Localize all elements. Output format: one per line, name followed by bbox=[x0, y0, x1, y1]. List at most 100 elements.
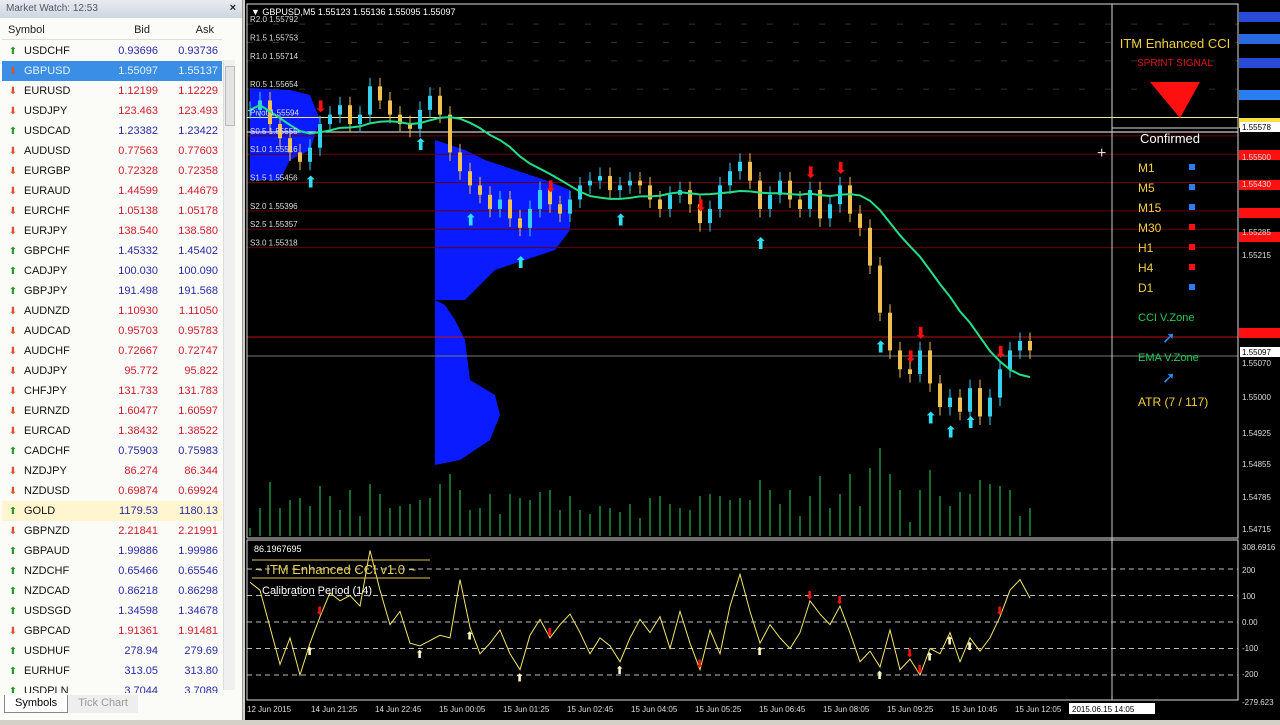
symbol-row[interactable]: ⬇ EURGBP 0.72328 0.72358 bbox=[2, 161, 222, 181]
crosshair-cursor-icon: + bbox=[1097, 145, 1106, 162]
arrow-down-icon: ⬇ bbox=[8, 105, 18, 117]
bid-price: 1.99886 bbox=[118, 545, 158, 557]
symbol-name: NZDCAD bbox=[24, 585, 70, 597]
symbol-row[interactable]: ⬆ USDHUF 278.94 279.69 bbox=[2, 641, 222, 661]
symbol-name: EURCAD bbox=[24, 425, 71, 437]
scrollbar-thumb[interactable] bbox=[225, 66, 235, 126]
candle-body bbox=[368, 86, 372, 115]
time-axis-label: 12 Jun 2015 bbox=[247, 705, 292, 714]
buy-arrow-icon: ⬆ bbox=[414, 137, 427, 154]
bid-price: 95.772 bbox=[124, 365, 158, 377]
symbol-row[interactable]: ⬆ NZDCHF 0.65466 0.65546 bbox=[2, 561, 222, 581]
ask-price: 191.568 bbox=[178, 285, 218, 297]
symbol-name: USDJPY bbox=[24, 105, 68, 117]
sell-arrow-icon: ⬇ bbox=[914, 325, 927, 342]
candle-body bbox=[628, 180, 632, 186]
symbol-row[interactable]: ⬇ EURCHF 1.05138 1.05178 bbox=[2, 201, 222, 221]
candle-body bbox=[958, 397, 962, 412]
symbol-row[interactable]: ⬆ EURHUF 313.05 313.80 bbox=[2, 661, 222, 681]
pivot-label: S2.5 1.55357 bbox=[250, 220, 298, 229]
symbol-row[interactable]: ⬇ NZDJPY 86.274 86.344 bbox=[2, 461, 222, 481]
column-header-symbol[interactable]: Symbol bbox=[2, 24, 100, 36]
symbol-row[interactable]: ⬆ GOLD 1179.53 1180.13 bbox=[2, 501, 222, 521]
symbol-row[interactable]: ⬇ EURAUD 1.44599 1.44679 bbox=[2, 181, 222, 201]
ask-price: 1.12229 bbox=[178, 85, 218, 97]
bid-price: 0.72667 bbox=[118, 345, 158, 357]
symbol-row[interactable]: ⬆ GBPJPY 191.498 191.568 bbox=[2, 281, 222, 301]
symbol-row[interactable]: ⬆ USDCAD 1.23382 1.23422 bbox=[2, 121, 222, 141]
symbol-row[interactable]: ⬆ USDCHF 0.93696 0.93736 bbox=[2, 41, 222, 61]
candle-body bbox=[928, 350, 932, 384]
symbol-name: EURHUF bbox=[24, 665, 70, 677]
symbol-row[interactable]: ⬇ AUDCHF 0.72667 0.72747 bbox=[2, 341, 222, 361]
symbol-row[interactable]: ⬇ AUDJPY 95.772 95.822 bbox=[2, 361, 222, 381]
tab-tick-chart[interactable]: Tick Chart bbox=[68, 695, 138, 713]
symbol-row[interactable]: ⬆ GBPAUD 1.99886 1.99986 bbox=[2, 541, 222, 561]
symbol-row[interactable]: ⬆ CADJPY 100.030 100.090 bbox=[2, 261, 222, 281]
bid-price: 1.10930 bbox=[118, 305, 158, 317]
symbol-name: GOLD bbox=[24, 505, 56, 517]
panel-title: ITM Enhanced CCI bbox=[1120, 36, 1231, 51]
close-icon[interactable]: × bbox=[230, 2, 236, 14]
symbol-row[interactable]: ⬆ NZDCAD 0.86218 0.86298 bbox=[2, 581, 222, 601]
ask-price: 0.75983 bbox=[178, 445, 218, 457]
symbol-row[interactable]: ⬇ GBPNZD 2.21841 2.21991 bbox=[2, 521, 222, 541]
symbol-row[interactable]: ⬇ EURJPY 138.540 138.580 bbox=[2, 221, 222, 241]
candle-body bbox=[828, 204, 832, 219]
ask-price: 0.69924 bbox=[178, 485, 218, 497]
price-axis-label: 1.55578 bbox=[1242, 123, 1271, 132]
chart-window[interactable]: ⬆ ⬆ ⬇ ⬆ ⬆ ⬇ ⬆ ⬇ ⬆ ⬇ ⬇ ⬆ ⬇ ⬇ ⬆ ⬆ ⬆ ⬇ R2.0 1.55792 R1.5 1.55… bbox=[245, 0, 1280, 720]
time-axis-label: 14 Jun 22:45 bbox=[375, 705, 422, 714]
ask-price: 0.93736 bbox=[178, 45, 218, 57]
candle-body bbox=[938, 383, 942, 408]
candle-body bbox=[448, 114, 452, 153]
arrow-down-icon: ⬇ bbox=[8, 325, 18, 337]
candle-body bbox=[768, 194, 772, 209]
scrollbar[interactable] bbox=[223, 60, 235, 690]
symbol-row[interactable]: ⬇ NZDUSD 0.69874 0.69924 bbox=[2, 481, 222, 501]
symbol-row[interactable]: ⬇ EURCAD 1.38432 1.38522 bbox=[2, 421, 222, 441]
pivot-label: R0.5 1.55654 bbox=[250, 80, 299, 89]
symbol-row[interactable]: ⬇ EURUSD 1.12199 1.12229 bbox=[2, 81, 222, 101]
symbol-row[interactable]: ⬇ CHFJPY 131.733 131.783 bbox=[2, 381, 222, 401]
timeframe-status-dot bbox=[1189, 244, 1195, 250]
symbol-row[interactable]: ⬆ GBPCHF 1.45332 1.45402 bbox=[2, 241, 222, 261]
symbol-name: USDCHF bbox=[24, 45, 70, 57]
tab-symbols[interactable]: Symbols bbox=[4, 695, 69, 713]
collapse-icon[interactable]: ▼ bbox=[251, 7, 262, 17]
arrow-up-icon: ⬆ bbox=[8, 45, 18, 57]
symbol-row[interactable]: ⬇ USDJPY 123.463 123.493 bbox=[2, 101, 222, 121]
bid-price: 0.86218 bbox=[118, 585, 158, 597]
timeframe-status-dot bbox=[1189, 204, 1195, 210]
symbol-row[interactable]: ⬇ AUDUSD 0.77563 0.77603 bbox=[2, 141, 222, 161]
bid-price: 1.23382 bbox=[118, 125, 158, 137]
ask-price: 1180.13 bbox=[179, 505, 218, 517]
time-axis-label: 15 Jun 04:05 bbox=[631, 705, 678, 714]
buy-arrow-icon: ⬆ bbox=[964, 415, 977, 432]
sell-arrow-icon: ⬇ bbox=[994, 344, 1007, 361]
symbol-row[interactable]: ⬇ AUDCAD 0.95703 0.95783 bbox=[2, 321, 222, 341]
candle-body bbox=[728, 171, 732, 186]
symbol-row[interactable]: ⬇ AUDNZD 1.10930 1.11050 bbox=[2, 301, 222, 321]
arrow-up-icon: ⬆ bbox=[8, 685, 18, 694]
arrow-down-icon: ⬇ bbox=[8, 385, 18, 397]
bid-price: 191.498 bbox=[118, 285, 158, 297]
arrow-down-icon: ⬇ bbox=[8, 345, 18, 357]
bid-price: 1.05138 bbox=[118, 205, 158, 217]
candle-body bbox=[418, 109, 422, 129]
symbol-row[interactable]: ⬆ CADCHF 0.75903 0.75983 bbox=[2, 441, 222, 461]
column-header-ask[interactable]: Ask bbox=[160, 24, 220, 36]
panel-confirmed: Confirmed bbox=[1140, 131, 1200, 146]
time-axis-label: 14 Jun 21:25 bbox=[311, 705, 358, 714]
candle-body bbox=[528, 208, 532, 228]
symbol-row[interactable]: ⬇ GBPCAD 1.91361 1.91481 bbox=[2, 621, 222, 641]
cci-buy-arrow-icon: ⬆ bbox=[465, 630, 474, 642]
symbol-row[interactable]: ⬇ EURNZD 1.60477 1.60597 bbox=[2, 401, 222, 421]
column-header-bid[interactable]: Bid bbox=[100, 24, 160, 36]
symbol-name: EURCHF bbox=[24, 205, 70, 217]
symbol-row[interactable]: ⬆ USDPLN 3.7044 3.7089 bbox=[2, 681, 222, 693]
sell-arrow-icon: ⬇ bbox=[544, 179, 557, 196]
price-chart[interactable]: ⬆⬆⬇⬆⬆⬇⬆⬇⬆⬇ ⬇⬆⬇⬇⬆⬆⬆⬇ R2.0 1.55792R1.5 1.55… bbox=[245, 0, 1280, 720]
symbol-row[interactable]: ⬆ USDSGD 1.34598 1.34678 bbox=[2, 601, 222, 621]
symbol-row[interactable]: ⬇ GBPUSD 1.55097 1.55137 bbox=[2, 61, 222, 81]
